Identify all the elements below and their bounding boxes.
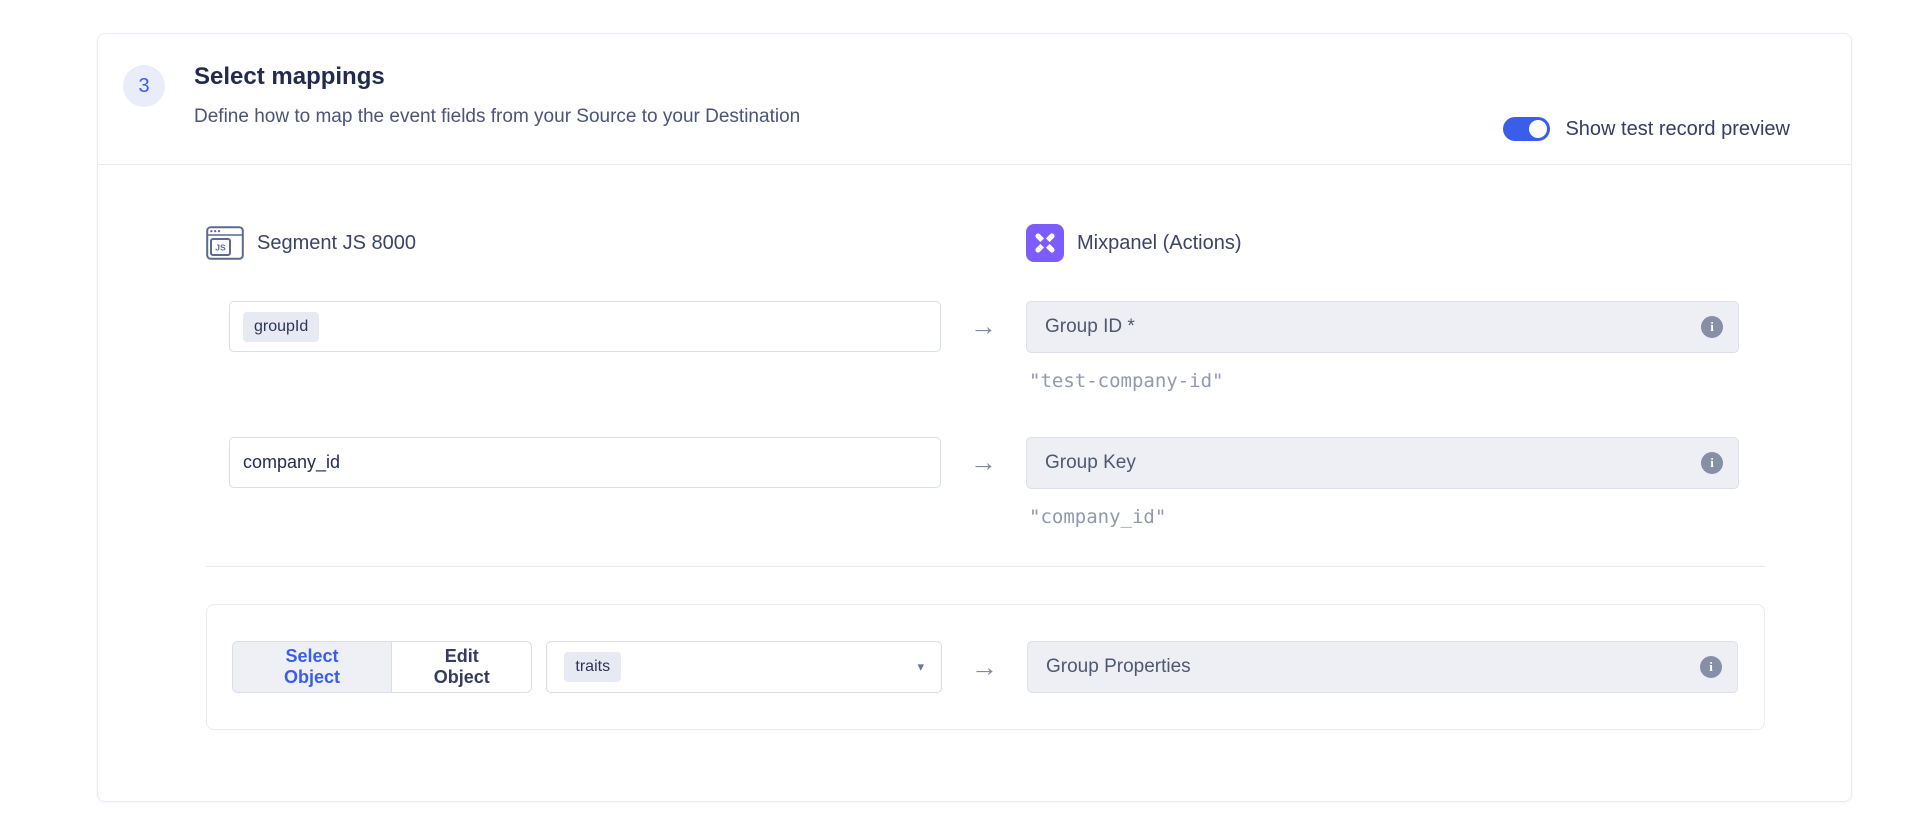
arrow-right-icon: → — [970, 437, 997, 476]
toggle-knob-icon — [1529, 120, 1547, 138]
edit-object-button[interactable]: Edit Object — [392, 642, 531, 692]
endpoint-header-row: JS Segment JS 8000 — [206, 224, 1765, 262]
dropdown-selected-token: traits — [564, 652, 621, 682]
object-mapping-row: Select Object Edit Object traits ▾ → Gro… — [207, 641, 1764, 693]
destination-field-label: Group ID * — [1045, 316, 1135, 338]
info-icon[interactable]: i — [1701, 316, 1723, 338]
destination-name: Mixpanel (Actions) — [1077, 232, 1242, 255]
source-field-text: company_id — [243, 452, 340, 473]
info-icon[interactable]: i — [1700, 656, 1722, 678]
arrow-right-icon: → — [971, 654, 998, 681]
mappings-body: JS Segment JS 8000 — [98, 224, 1851, 730]
destination-field: Group Properties i — [1027, 641, 1738, 693]
mapping-row: company_id → Group Key i "company_id" — [206, 437, 1765, 528]
chevron-down-icon: ▾ — [917, 659, 924, 675]
destination-endpoint: Mixpanel (Actions) — [1026, 224, 1765, 262]
show-test-record-preview-toggle[interactable] — [1503, 117, 1550, 141]
info-icon[interactable]: i — [1701, 452, 1723, 474]
mixpanel-icon — [1026, 224, 1064, 262]
object-source-dropdown[interactable]: traits ▾ — [546, 641, 942, 693]
step-number-badge: 3 — [123, 65, 165, 107]
destination-field: Group Key i — [1026, 437, 1739, 489]
page-subtitle: Define how to map the event fields from … — [194, 106, 800, 128]
arrow-right-icon: → — [970, 301, 997, 340]
select-object-button[interactable]: Select Object — [233, 642, 392, 692]
destination-field-label: Group Properties — [1046, 656, 1191, 678]
source-icon-js-label: JS — [215, 242, 226, 252]
page-title: Select mappings — [194, 63, 800, 91]
test-preview-toggle-group: Show test record preview — [1503, 117, 1790, 141]
destination-field-label: Group Key — [1045, 452, 1136, 474]
object-mapping-box: Select Object Edit Object traits ▾ → Gro… — [206, 604, 1765, 730]
toggle-label: Show test record preview — [1565, 118, 1790, 141]
test-record-preview-value: "company_id" — [1029, 506, 1765, 528]
source-endpoint: JS Segment JS 8000 — [206, 226, 941, 260]
select-mappings-card: 3 Select mappings Define how to map the … — [97, 33, 1852, 802]
card-header: 3 Select mappings Define how to map the … — [98, 34, 1851, 165]
source-name: Segment JS 8000 — [257, 232, 416, 255]
source-field-token[interactable]: groupId — [243, 312, 319, 342]
source-field-input[interactable]: groupId — [229, 301, 941, 352]
source-field-input[interactable]: company_id — [229, 437, 941, 488]
test-record-preview-value: "test-company-id" — [1029, 370, 1765, 392]
destination-field: Group ID * i — [1026, 301, 1739, 353]
section-divider — [206, 566, 1765, 567]
mapping-row: groupId → Group ID * i "test-company-id" — [206, 301, 1765, 392]
source-browser-js-icon: JS — [206, 226, 244, 260]
header-text: Select mappings Define how to map the ev… — [194, 63, 800, 128]
object-mode-segmented-control: Select Object Edit Object — [232, 641, 532, 693]
